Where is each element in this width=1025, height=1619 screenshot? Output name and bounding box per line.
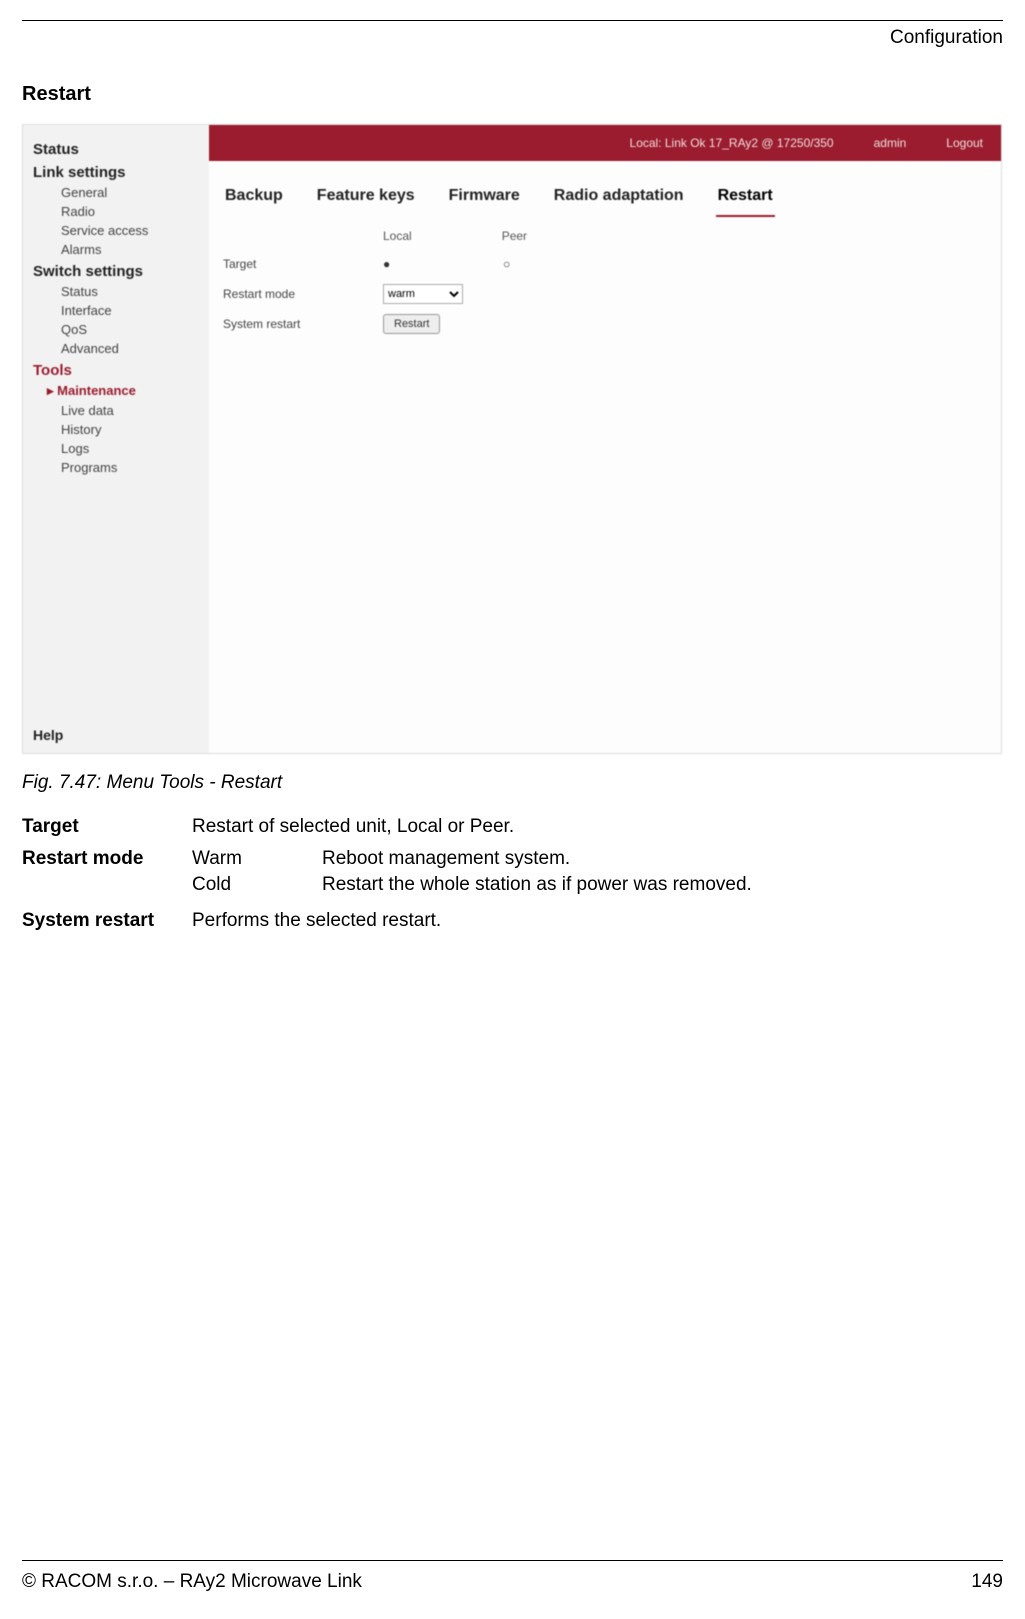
sidebar-item[interactable]: Live data (61, 403, 199, 418)
sidebar-item[interactable]: Switch settings (33, 263, 199, 280)
sidebar-item[interactable]: Link settings (33, 164, 199, 181)
col-peer: Peer (502, 229, 527, 243)
definition-list: TargetRestart of selected unit, Local or… (22, 816, 1003, 932)
tab-backup[interactable]: Backup (223, 183, 285, 217)
tabs: Backup Feature keys Firmware Radio adaptati… (223, 183, 991, 217)
tab-radio-adaptation[interactable]: Radio adaptation (552, 183, 686, 217)
definition-term: System restart (22, 910, 192, 932)
topbar-logout[interactable]: Logout (946, 136, 983, 150)
sidebar-item[interactable]: General (61, 185, 199, 200)
footer-page-number: 149 (971, 1571, 1003, 1593)
target-peer-radio[interactable]: ○ (503, 257, 623, 271)
topbar-status: Local: Link Ok 17_RAy2 @ 17250/350 (630, 136, 834, 150)
sidebar-item[interactable]: Advanced (61, 341, 199, 356)
col-local: Local (383, 229, 412, 243)
definition-sub-val: Restart the whole station as if power wa… (322, 874, 752, 896)
restart-form: Local Peer Target ● ○ Restart mode warm … (223, 229, 991, 339)
label-target: Target (223, 257, 383, 271)
sidebar-item[interactable]: Maintenance (47, 383, 199, 399)
footer-copyright: © RACOM s.r.o. – RAy2 Microwave Link (22, 1571, 362, 1593)
tab-firmware[interactable]: Firmware (447, 183, 522, 217)
sidebar: Status Link settings General Radio Service a… (23, 125, 209, 753)
restart-button[interactable]: Restart (383, 314, 440, 334)
page-footer: © RACOM s.r.o. – RAy2 Microwave Link 149 (22, 1560, 1003, 1593)
definition-sub-key: Warm (192, 848, 322, 870)
sidebar-item[interactable]: Radio (61, 204, 199, 219)
definition-sub-val: Reboot management system. (322, 848, 570, 870)
definition-desc: WarmReboot management system.ColdRestart… (192, 848, 1003, 900)
target-local-radio[interactable]: ● (383, 257, 503, 271)
label-restart-mode: Restart mode (223, 287, 383, 301)
sidebar-item[interactable]: Status (61, 284, 199, 299)
restart-mode-select[interactable]: warm (383, 284, 463, 304)
sidebar-item[interactable]: Tools (33, 362, 199, 379)
figure-caption: Fig. 7.47: Menu Tools - Restart (22, 772, 1003, 794)
sidebar-item[interactable]: Interface (61, 303, 199, 318)
sidebar-item[interactable]: QoS (61, 322, 199, 337)
tab-feature-keys[interactable]: Feature keys (315, 183, 417, 217)
definition-desc: Restart of selected unit, Local or Peer. (192, 816, 1003, 838)
definition-term: Restart mode (22, 848, 192, 870)
definition-sub-key: Cold (192, 874, 322, 896)
chapter-title: Configuration (22, 21, 1003, 63)
section-heading: Restart (22, 83, 1003, 106)
screenshot-figure: Status Link settings General Radio Service a… (22, 124, 1002, 754)
topbar-user: admin (874, 136, 907, 150)
definition-term: Target (22, 816, 192, 838)
sidebar-item[interactable]: Programs (61, 460, 199, 475)
sidebar-help[interactable]: Help (33, 727, 63, 743)
tab-restart[interactable]: Restart (716, 183, 775, 217)
label-system-restart: System restart (223, 317, 383, 331)
sidebar-item[interactable]: Logs (61, 441, 199, 456)
sidebar-item[interactable]: Alarms (61, 242, 199, 257)
definition-desc: Performs the selected restart. (192, 910, 1003, 932)
sidebar-item[interactable]: Service access (61, 223, 199, 238)
sidebar-item[interactable]: Status (33, 141, 199, 158)
topbar: Local: Link Ok 17_RAy2 @ 17250/350 admin… (209, 125, 1001, 161)
sidebar-item[interactable]: History (61, 422, 199, 437)
